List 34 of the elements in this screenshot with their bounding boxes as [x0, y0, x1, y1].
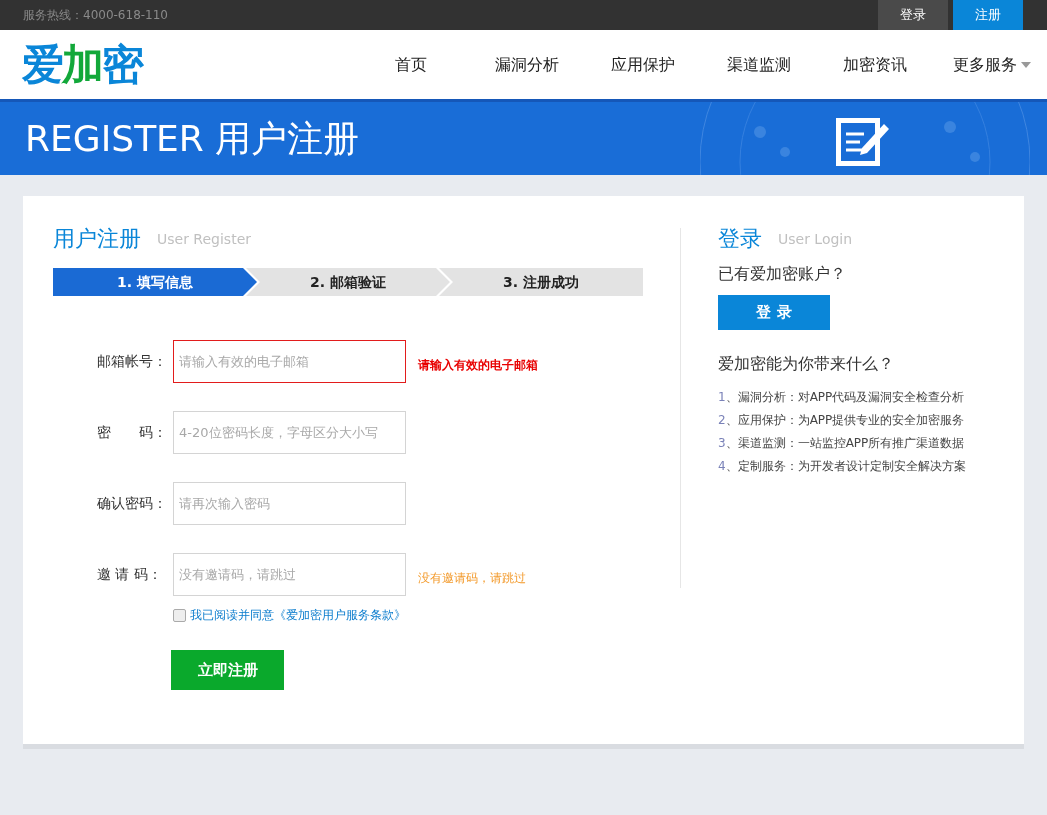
benefit-item: 3、渠道监测：一站监控APP所有推广渠道数据	[718, 435, 966, 452]
top-bar-button[interactable]: 登录	[878, 0, 948, 30]
benefits-title: 爱加密能为你带来什么？	[718, 353, 895, 375]
nav-link[interactable]: 渠道监测	[721, 52, 797, 77]
nav-link[interactable]: 漏洞分析	[489, 52, 565, 77]
top-bar-button[interactable]: 注册	[953, 0, 1023, 30]
nav-link[interactable]: 更多服务	[953, 52, 1031, 77]
nav-link[interactable]: 首页	[373, 52, 449, 77]
field-label: 确认密码：	[96, 494, 168, 513]
agreement-link[interactable]: 我已阅读并同意《爱加密用户服务条款》	[190, 606, 406, 624]
logo[interactable]: 爱加密	[22, 43, 142, 86]
benefit-item: 4、定制服务：为开发者设计定制安全解决方案	[718, 458, 966, 475]
progress-step: 3. 注册成功	[439, 268, 643, 296]
register-subtitle: User Register	[157, 230, 251, 249]
agreement-checkbox[interactable]	[173, 608, 186, 622]
nav-link[interactable]: 应用保护	[605, 52, 681, 77]
field-label: 邮箱帐号：	[96, 352, 168, 371]
login-title: 登录	[718, 228, 762, 250]
banner-title: REGISTER 用户注册	[25, 120, 360, 157]
field-message: 请输入有效的电子邮箱	[418, 356, 538, 374]
benefit-item: 1、漏洞分析：对APP代码及漏洞安全检查分析	[718, 389, 966, 406]
progress-step: 2. 邮箱验证	[246, 268, 450, 296]
benefit-item: 2、应用保护：为APP提供专业的安全加密服务	[718, 412, 966, 429]
field-message: 没有邀请码，请跳过	[418, 569, 526, 587]
login-button[interactable]: 登 录	[718, 295, 830, 330]
login-question: 已有爱加密账户？	[718, 263, 847, 285]
field-label: 密 码：	[96, 423, 168, 442]
field-label: 邀 请 码：	[96, 565, 163, 584]
login-subtitle: User Login	[778, 230, 853, 249]
register-title: 用户注册	[53, 228, 141, 250]
nav-link[interactable]: 加密资讯	[837, 52, 913, 77]
progress-step: 1. 填写信息	[53, 268, 257, 296]
input-field[interactable]: 请输入有效的电子邮箱	[173, 340, 406, 383]
hotline-text: 服务热线：4000-618-110	[23, 7, 168, 24]
